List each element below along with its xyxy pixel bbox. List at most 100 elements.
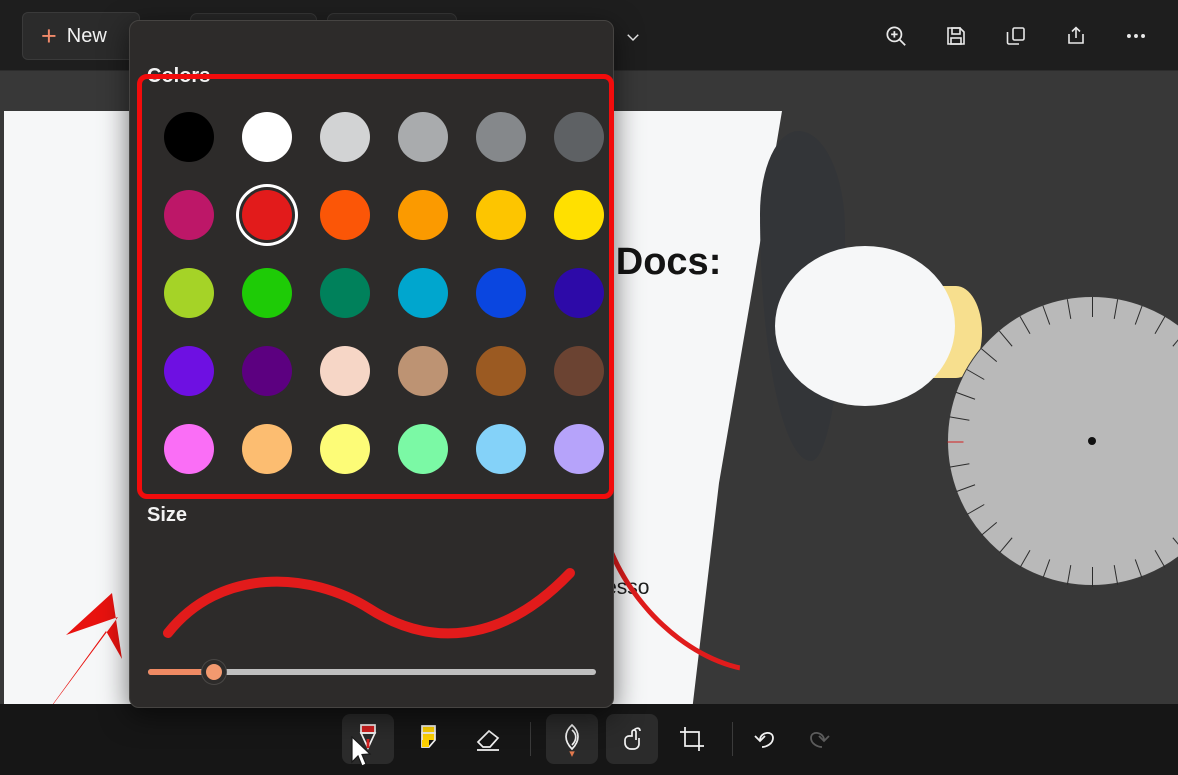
swatch-color-amber[interactable]: [462, 176, 540, 254]
color-tan-dot: [398, 346, 448, 396]
swatch-color-orange[interactable]: [384, 176, 462, 254]
new-button-label: New: [67, 25, 107, 48]
dial-tick: [948, 442, 964, 443]
color-brown-dot: [476, 346, 526, 396]
swatch-color-gray[interactable]: [384, 98, 462, 176]
color-dark-gray-dot: [554, 112, 604, 162]
swatch-color-indigo[interactable]: [540, 254, 618, 332]
swatch-color-peach[interactable]: [306, 332, 384, 410]
swatch-color-purple[interactable]: [228, 332, 306, 410]
color-pink-dot: [164, 424, 214, 474]
share-icon[interactable]: [1060, 20, 1092, 52]
eraser-tool[interactable]: [462, 714, 514, 764]
color-violet-dot: [164, 346, 214, 396]
size-heading: Size: [147, 504, 187, 527]
color-orange-red-dot: [320, 190, 370, 240]
swatch-color-orange-red[interactable]: [306, 176, 384, 254]
color-indigo-dot: [554, 268, 604, 318]
undo-button[interactable]: [740, 714, 792, 764]
dial-tick: [1092, 567, 1093, 587]
color-lime-dot: [164, 268, 214, 318]
dial-tick: [1042, 306, 1050, 325]
color-mint-dot: [398, 424, 448, 474]
dial-tick: [967, 504, 985, 515]
color-orange-dot: [398, 190, 448, 240]
swatch-color-blue[interactable]: [462, 254, 540, 332]
color-blue-dot: [476, 268, 526, 318]
color-teal-dot: [320, 268, 370, 318]
swatch-color-tan[interactable]: [384, 332, 462, 410]
dial-tick: [1020, 550, 1031, 568]
swatch-color-brown[interactable]: [462, 332, 540, 410]
swatch-color-green[interactable]: [228, 254, 306, 332]
color-red-dot: [242, 190, 292, 240]
color-yellow-dot: [554, 190, 604, 240]
dial-tick: [1172, 331, 1178, 347]
dial-tick: [1020, 316, 1031, 334]
swatch-color-pink[interactable]: [150, 410, 228, 488]
color-dark-brown-dot: [554, 346, 604, 396]
dial-tick: [999, 331, 1013, 347]
color-light-gray-dot: [320, 112, 370, 162]
copy-icon[interactable]: [1000, 20, 1032, 52]
colors-heading: Colors: [147, 65, 210, 88]
touch-writing-tool[interactable]: [606, 714, 658, 764]
chevron-down-icon[interactable]: [620, 24, 646, 50]
dial-tick: [1135, 306, 1143, 325]
more-icon[interactable]: [1120, 20, 1152, 52]
color-white-dot: [242, 112, 292, 162]
pen-settings-popup: Colors Size: [129, 20, 614, 708]
swatch-color-dark-brown[interactable]: [540, 332, 618, 410]
swatch-color-red[interactable]: [228, 176, 306, 254]
swatch-color-light-orange[interactable]: [228, 410, 306, 488]
new-button[interactable]: + New: [22, 12, 140, 60]
color-palette-grid[interactable]: [150, 98, 600, 488]
swatch-color-white[interactable]: [228, 98, 306, 176]
dial-tick: [1114, 565, 1118, 585]
swatch-color-dark-gray[interactable]: [540, 98, 618, 176]
color-amber-dot: [476, 190, 526, 240]
color-gray-dot: [398, 112, 448, 162]
chevron-down-icon: ▾: [569, 749, 575, 760]
swatch-color-mid-gray[interactable]: [462, 98, 540, 176]
swatch-color-yellow[interactable]: [540, 176, 618, 254]
swatch-color-cyan[interactable]: [384, 254, 462, 332]
app-root: + New ☐ ▭: [0, 0, 1178, 775]
redo-button[interactable]: [792, 714, 844, 764]
swatch-color-light-gray[interactable]: [306, 98, 384, 176]
save-icon[interactable]: [940, 20, 972, 52]
slider-fill: [148, 669, 202, 675]
dial-tick: [956, 484, 975, 492]
swatch-color-violet[interactable]: [150, 332, 228, 410]
swatch-color-lavender[interactable]: [540, 410, 618, 488]
dial-tick: [956, 392, 975, 400]
plus-icon: +: [41, 23, 57, 50]
swatch-color-light-yellow[interactable]: [306, 410, 384, 488]
dial-tick: [950, 416, 970, 420]
color-sky-dot: [476, 424, 526, 474]
fountain-pen-tool[interactable]: ▾: [546, 714, 598, 764]
slider-thumb[interactable]: [202, 660, 226, 684]
size-slider[interactable]: [148, 664, 596, 680]
swatch-color-teal[interactable]: [306, 254, 384, 332]
toolbar-divider: [732, 722, 733, 756]
swatch-color-sky[interactable]: [462, 410, 540, 488]
color-magenta-dot: [164, 190, 214, 240]
dial-tick: [1092, 297, 1093, 317]
crop-tool[interactable]: [666, 714, 718, 764]
dial-tick: [950, 463, 970, 467]
dial-tick: [1042, 559, 1050, 578]
swatch-color-lime[interactable]: [150, 254, 228, 332]
mouse-cursor: [350, 736, 374, 770]
dial-tick: [981, 522, 997, 536]
swatch-color-magenta[interactable]: [150, 176, 228, 254]
zoom-in-icon[interactable]: [880, 20, 912, 52]
swatch-color-mint[interactable]: [384, 410, 462, 488]
red-arrow-annotation: [14, 583, 139, 704]
swatch-color-black[interactable]: [150, 98, 228, 176]
stroke-preview: [160, 551, 580, 661]
highlighter-tool[interactable]: [402, 714, 454, 764]
toolbar-divider: [530, 722, 531, 756]
dial-tick: [1155, 550, 1166, 568]
color-mid-gray-dot: [476, 112, 526, 162]
